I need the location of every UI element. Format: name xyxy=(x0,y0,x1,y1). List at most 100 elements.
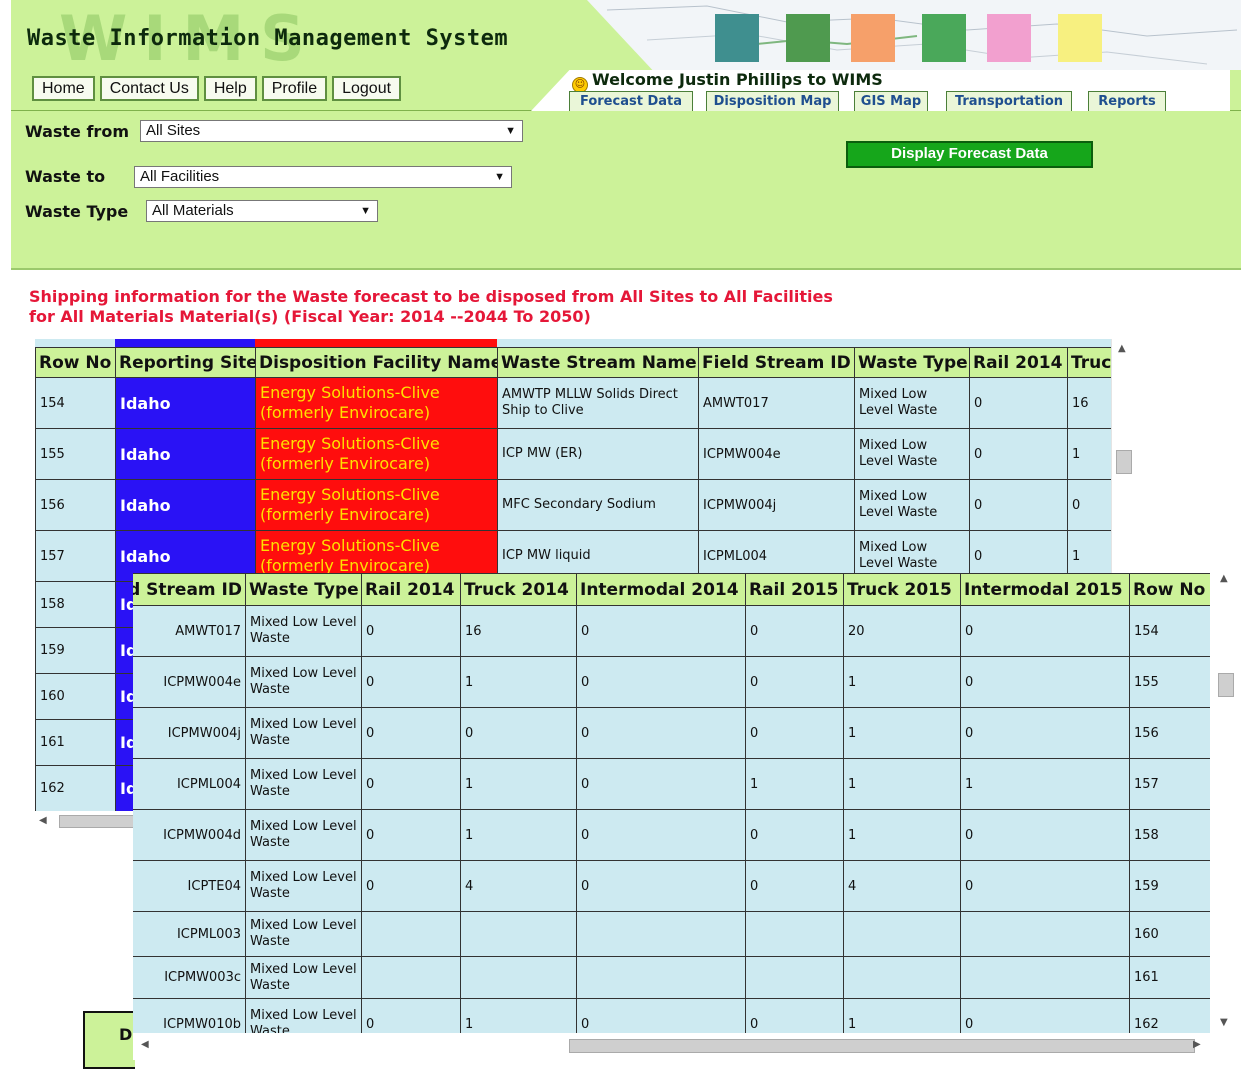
scrollbar-thumb[interactable] xyxy=(1218,673,1234,697)
vertical-scrollbar[interactable]: ▲ ▼ xyxy=(1210,573,1241,1033)
intermodal-2014-cell xyxy=(576,911,746,957)
table-row[interactable]: 155 Idaho Energy Solutions-Clive (formerly… xyxy=(35,428,1111,480)
welcome-message: ☺ Welcome Justin Phillips to WIMS xyxy=(572,70,883,93)
waste-stream-name-cell: AMWTP MLLW Solids Direct Ship to Clive xyxy=(497,377,699,429)
help-button[interactable]: Help xyxy=(203,76,257,101)
table-row[interactable]: ICPMW004d Mixed Low Level Waste 0 1 0 0 1 0 158 xyxy=(133,809,1210,861)
column-header[interactable]: Truck 2014 xyxy=(1067,347,1111,378)
rail-2015-cell: 0 xyxy=(745,605,844,657)
scrollbar-thumb[interactable] xyxy=(569,1039,1195,1053)
field-stream-id-cell: ICPTE04 xyxy=(133,860,246,912)
column-header[interactable]: Waste Stream Name xyxy=(497,347,699,378)
table-row[interactable]: ICPML003 Mixed Low Level Waste 160 xyxy=(133,911,1210,957)
map-legend-swatch xyxy=(922,14,966,62)
table-row[interactable]: 154 Idaho Energy Solutions-Clive (formerly… xyxy=(35,377,1111,429)
table-row[interactable]: ICPMW004j Mixed Low Level Waste 0 0 0 0 1 0 156 xyxy=(133,707,1210,759)
tab-reports[interactable]: Reports xyxy=(1088,91,1166,111)
display-forecast-data-button[interactable]: Display Forecast Data xyxy=(846,141,1093,168)
column-header[interactable]: Intermodal 2014 xyxy=(576,573,746,606)
column-header[interactable]: Field Stream ID xyxy=(698,347,855,378)
filter-panel: Waste from All Sites ▼ Waste to All Faci… xyxy=(11,111,1241,270)
column-header[interactable]: Truck 2014 xyxy=(460,573,577,606)
waste-from-select[interactable]: All Sites ▼ xyxy=(140,120,523,142)
scroll-down-icon[interactable]: ▼ xyxy=(1220,1017,1228,1028)
table-row[interactable]: ICPMW004e Mixed Low Level Waste 0 1 0 0 1 0 155 xyxy=(133,656,1210,708)
intermodal-2015-cell: 0 xyxy=(960,998,1130,1033)
scroll-left-icon[interactable]: ◀ xyxy=(141,1039,149,1050)
column-header[interactable]: Truck 2015 xyxy=(843,573,961,606)
forecast-table-scrolled-window: Field Stream ID Waste Type Rail 2014 Tru… xyxy=(133,573,1241,1060)
app-title: Waste Information Management System xyxy=(27,26,509,51)
page-left-margin xyxy=(0,0,11,1069)
column-header[interactable]: Row No xyxy=(1129,573,1210,606)
reporting-site-cell: Idaho xyxy=(115,377,256,429)
column-header[interactable]: Disposition Facility Name xyxy=(255,347,498,378)
column-header[interactable]: Waste Type xyxy=(854,347,970,378)
rail-2015-cell: 0 xyxy=(745,860,844,912)
table-row[interactable]: ICPMW003c Mixed Low Level Waste 161 xyxy=(133,956,1210,999)
scroll-left-icon[interactable]: ◀ xyxy=(39,815,47,826)
map-outline-icon xyxy=(606,5,1238,65)
reporting-site-cell: Idaho xyxy=(115,428,256,480)
scrollbar-thumb[interactable] xyxy=(59,815,143,828)
row-number-cell: 154 xyxy=(35,377,116,429)
waste-type-cell: Mixed Low Level Waste xyxy=(245,998,362,1033)
row-number-cell: 156 xyxy=(1129,707,1210,759)
facility-column-overflow xyxy=(255,339,497,347)
rail-2014-cell: 0 xyxy=(361,605,461,657)
table-row[interactable]: AMWT017 Mixed Low Level Waste 0 16 0 0 20 0 154 xyxy=(133,605,1210,657)
home-button[interactable]: Home xyxy=(32,76,95,101)
chevron-down-icon: ▼ xyxy=(505,125,516,137)
waste-type-select[interactable]: All Materials ▼ xyxy=(146,200,378,222)
truck-2014-cell: 1 xyxy=(460,656,577,708)
waste-type-cell: Mixed Low Level Waste xyxy=(245,758,362,810)
profile-button[interactable]: Profile xyxy=(261,76,328,101)
waste-from-value: All Sites xyxy=(146,122,201,139)
column-header[interactable]: Reporting Site xyxy=(115,347,256,378)
rail-2015-cell: 0 xyxy=(745,998,844,1033)
tab-forecast-data[interactable]: Forecast Data xyxy=(569,91,693,111)
rail-2014-cell: 0 xyxy=(361,809,461,861)
rail-2015-cell xyxy=(745,956,844,999)
column-header[interactable]: Intermodal 2015 xyxy=(960,573,1130,606)
rail-2015-cell xyxy=(745,911,844,957)
scroll-up-icon[interactable]: ▲ xyxy=(1118,343,1126,354)
intermodal-2015-cell: 0 xyxy=(960,809,1130,861)
rail-2014-cell: 0 xyxy=(361,656,461,708)
row-number-cell: 162 xyxy=(35,765,116,811)
intermodal-2015-cell xyxy=(960,911,1130,957)
table-row[interactable]: ICPML004 Mixed Low Level Waste 0 1 0 1 1 1 157 xyxy=(133,758,1210,810)
table-row[interactable]: ICPTE04 Mixed Low Level Waste 0 4 0 0 4 0 159 xyxy=(133,860,1210,912)
horizontal-scrollbar[interactable]: ◀ ▶ xyxy=(133,1033,1210,1060)
rail-2014-cell: 0 xyxy=(361,860,461,912)
tab-gis-map[interactable]: GIS Map xyxy=(854,91,928,111)
intermodal-2014-cell: 0 xyxy=(576,707,746,759)
column-header[interactable]: Rail 2014 xyxy=(969,347,1068,378)
forecast-table-scrolled-viewport[interactable]: Field Stream ID Waste Type Rail 2014 Tru… xyxy=(133,573,1210,1033)
row-number-cell: 157 xyxy=(1129,758,1210,810)
table-row[interactable]: 156 Idaho Energy Solutions-Clive (formerly… xyxy=(35,479,1111,531)
logout-button[interactable]: Logout xyxy=(332,76,402,101)
column-header[interactable]: Row No xyxy=(35,347,116,378)
contact-us-button[interactable]: Contact Us xyxy=(99,76,199,101)
rail-2014-cell xyxy=(361,956,461,999)
truck-2014-cell: 1 xyxy=(460,998,577,1033)
scroll-up-icon[interactable]: ▲ xyxy=(1220,573,1228,584)
partial-button[interactable]: D xyxy=(83,1011,135,1069)
waste-type-value: All Materials xyxy=(152,202,234,219)
waste-to-select[interactable]: All Facilities ▼ xyxy=(134,166,512,188)
tab-disposition-map[interactable]: Disposition Map xyxy=(706,91,839,111)
tab-transportation[interactable]: Transportation xyxy=(946,91,1072,111)
column-header[interactable]: Waste Type xyxy=(245,573,362,606)
truck-2014-cell: 4 xyxy=(460,860,577,912)
truck-2015-cell: 1 xyxy=(843,656,961,708)
table-row[interactable]: ICPMW010b Mixed Low Level Waste 0 1 0 0 1 0 162 xyxy=(133,998,1210,1033)
waste-stream-name-cell: ICP MW (ER) xyxy=(497,428,699,480)
scroll-right-icon[interactable]: ▶ xyxy=(1193,1039,1201,1050)
column-header[interactable]: Field Stream ID xyxy=(133,573,246,606)
map-legend-swatch xyxy=(987,14,1031,62)
rail-2015-cell: 0 xyxy=(745,707,844,759)
scrollbar-thumb[interactable] xyxy=(1116,450,1132,474)
column-header[interactable]: Rail 2015 xyxy=(745,573,844,606)
column-header[interactable]: Rail 2014 xyxy=(361,573,461,606)
